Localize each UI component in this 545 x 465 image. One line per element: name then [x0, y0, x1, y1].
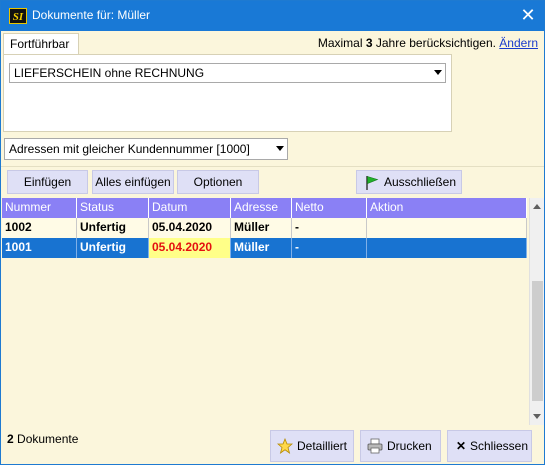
column-header-nummer[interactable]: Nummer [2, 198, 77, 218]
exclude-button[interactable]: Ausschließen [356, 170, 462, 194]
cell-nummer: 1002 [2, 218, 77, 238]
close-button[interactable]: ✕ Schliessen [447, 430, 532, 462]
cell-nummer: 1001 [2, 238, 77, 258]
column-header-datum[interactable]: Datum [149, 198, 231, 218]
document-count: 2 Dokumente [7, 432, 78, 446]
detail-button[interactable]: Detailliert [270, 430, 354, 462]
column-header-aktion[interactable]: Aktion [367, 198, 527, 218]
document-type-value: LIEFERSCHEIN ohne RECHNUNG [14, 66, 205, 80]
address-filter-select[interactable]: Adressen mit gleicher Kundennummer [1000… [4, 138, 288, 160]
hint-prefix: Maximal [317, 36, 366, 50]
documents-table: Nummer Status Datum Adresse Netto Aktion… [2, 198, 529, 425]
tab-fortfuehrbar[interactable]: Fortführbar [3, 33, 79, 54]
hint-suffix: Jahre berücksichtigen. [372, 36, 496, 50]
table-row[interactable]: 1002 Unfertig 05.04.2020 Müller - [2, 218, 527, 238]
title-bar[interactable]: SI Dokumente für: Müller ✕ [1, 1, 544, 31]
close-label: Schliessen [470, 439, 529, 453]
document-count-label: Dokumente [13, 432, 79, 446]
exclude-label: Ausschließen [383, 175, 457, 189]
cell-aktion [367, 218, 527, 238]
cell-datum: 05.04.2020 [149, 218, 231, 238]
document-type-select[interactable]: LIEFERSCHEIN ohne RECHNUNG [9, 63, 446, 83]
cell-netto: - [292, 238, 367, 258]
printer-icon [367, 438, 383, 454]
scroll-down-icon[interactable] [533, 414, 541, 419]
app-logo-icon: SI [9, 8, 27, 24]
table-row-selected[interactable]: 1001 Unfertig 05.04.2020 Müller - [2, 238, 527, 258]
print-button[interactable]: Drucken [360, 430, 441, 462]
years-hint: Maximal 3 Jahre berücksichtigen. Ändern [318, 36, 538, 50]
cell-aktion [367, 238, 527, 258]
chevron-down-icon [276, 146, 284, 151]
flag-icon [366, 176, 379, 190]
column-header-netto[interactable]: Netto [292, 198, 367, 218]
cell-status: Unfertig [77, 218, 149, 238]
cell-status: Unfertig [77, 238, 149, 258]
hint-years: 3 [365, 36, 373, 50]
print-label: Drucken [387, 439, 432, 453]
vertical-scrollbar[interactable] [529, 198, 544, 425]
change-years-link[interactable]: Ändern [499, 36, 538, 50]
toolbar: Einfügen Alles einfügen Optionen Ausschl… [1, 166, 544, 196]
detail-label: Detailliert [297, 439, 348, 453]
address-filter-value: Adressen mit gleicher Kundennummer [1000… [9, 142, 250, 156]
documents-dialog: SI Dokumente für: Müller ✕ Fortführbar M… [0, 0, 545, 465]
column-header-adresse[interactable]: Adresse [231, 198, 292, 218]
options-button[interactable]: Optionen [177, 170, 259, 194]
close-icon[interactable]: ✕ [518, 6, 538, 26]
scroll-up-icon[interactable] [533, 204, 541, 209]
document-count-number: 2 [7, 432, 14, 446]
tab-panel: LIEFERSCHEIN ohne RECHNUNG [3, 54, 452, 132]
column-header-status[interactable]: Status [77, 198, 149, 218]
cell-adresse: Müller [231, 218, 292, 238]
cell-adresse: Müller [231, 238, 292, 258]
insert-button[interactable]: Einfügen [7, 170, 88, 194]
insert-all-button[interactable]: Alles einfügen [92, 170, 174, 194]
table-header: Nummer Status Datum Adresse Netto Aktion [2, 198, 527, 218]
chevron-down-icon [434, 70, 442, 75]
scrollbar-thumb[interactable] [532, 281, 543, 401]
close-x-icon: ✕ [456, 439, 467, 453]
window-title: Dokumente für: Müller [32, 8, 151, 22]
star-icon [277, 438, 293, 454]
cell-datum: 05.04.2020 [149, 238, 231, 258]
cell-netto: - [292, 218, 367, 238]
